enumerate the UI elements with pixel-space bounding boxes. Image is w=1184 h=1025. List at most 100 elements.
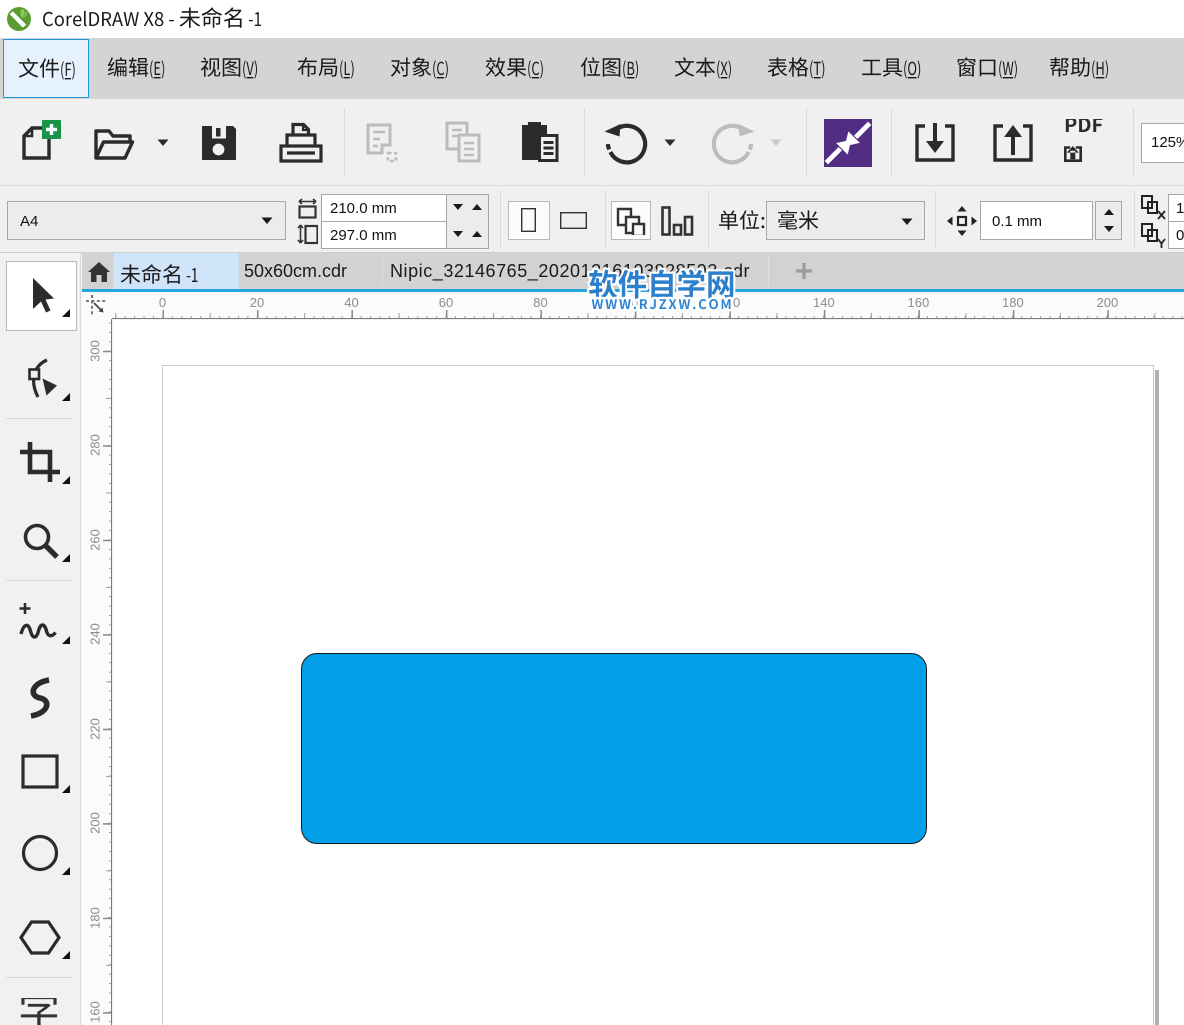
nudge-spin-down-icon[interactable] (1104, 226, 1114, 232)
nudge-spinner[interactable] (1095, 201, 1122, 240)
redo-dropdown-arrow[interactable] (770, 139, 782, 146)
tool-shape-button[interactable] (18, 357, 62, 401)
h-ruler-label: 160 (908, 295, 930, 310)
page-shadow (1155, 370, 1160, 1025)
v-ruler-label: 200 (88, 812, 103, 834)
menu-item-file[interactable]: 文件(F) (3, 39, 89, 98)
menu-item-effects-label: 效果(C) (485, 56, 545, 81)
drawing-canvas[interactable] (113, 320, 1184, 1025)
zoom-level-combo[interactable]: 125% (1141, 123, 1184, 163)
menu-item-edit[interactable]: 编辑(E) (93, 39, 180, 98)
tool-freehand-button[interactable] (18, 600, 62, 644)
page-width-icon (297, 198, 318, 219)
rounded-rectangle-shape[interactable] (301, 653, 927, 844)
tool-ellipse-flyout-icon (62, 867, 70, 875)
tool-pick-flyout-icon (62, 309, 70, 317)
zoom-level-value: 125% (1151, 134, 1184, 151)
h-ruler-label: 140 (813, 295, 835, 310)
tool-shape-flyout-icon (62, 393, 70, 401)
tool-zoom-button[interactable] (18, 518, 62, 562)
coreldraw-logo-icon (7, 7, 31, 31)
menu-item-help[interactable]: 帮助(H) (1035, 39, 1124, 98)
new-document-button[interactable] (15, 119, 63, 167)
tool-rectangle-button[interactable] (18, 749, 62, 793)
tool-crop-button[interactable] (18, 440, 62, 484)
duplicate-y-value: 0. (1176, 227, 1184, 244)
v-ruler-label: 220 (88, 718, 103, 740)
spin-down-icon[interactable] (453, 204, 463, 210)
menu-item-layout-label: 布局(L) (297, 56, 355, 81)
document-tab-50x60cm-label: 50x60cm.cdr (244, 261, 347, 282)
v-ruler-label: 240 (88, 623, 103, 645)
spin-up-icon[interactable] (472, 204, 482, 210)
page-height-icon (297, 223, 318, 245)
copy-button[interactable] (439, 119, 487, 167)
tool-artistic-media-button[interactable] (18, 676, 62, 720)
menu-item-bitmaps-label: 位图(B) (580, 56, 640, 81)
page-height-value: 297.0 mm (330, 227, 397, 244)
menu-item-window[interactable]: 窗口(W) (942, 39, 1033, 98)
menu-item-layout[interactable]: 布局(L) (283, 39, 369, 98)
spin-up-icon[interactable] (472, 231, 482, 237)
menu-item-bitmaps[interactable]: 位图(B) (566, 39, 654, 98)
menu-bar: 文件(F) 编辑(E) 视图(V) 布局(L) 对象(C) 效果(C) 位图(B… (0, 38, 1184, 99)
ruler-origin-icon (85, 294, 108, 317)
nudge-spin-up-icon[interactable] (1104, 209, 1114, 215)
home-tab-button[interactable] (87, 260, 111, 283)
page-size-value: A4 (20, 213, 38, 230)
tool-zoom-flyout-icon (62, 554, 70, 562)
save-button[interactable] (195, 119, 243, 167)
tool-polygon-button[interactable] (18, 915, 62, 959)
h-ruler-label: 60 (439, 295, 453, 310)
tool-text-button[interactable] (18, 998, 62, 1025)
menu-item-help-label: 帮助(H) (1049, 56, 1110, 81)
standard-toolbar: 125% (0, 99, 1184, 186)
undo-dropdown-arrow[interactable] (664, 139, 676, 146)
duplicate-y-icon (1140, 222, 1166, 249)
tool-freehand-flyout-icon (62, 636, 70, 644)
menu-item-tools[interactable]: 工具(O) (847, 39, 936, 98)
ruler-origin-corner[interactable] (82, 292, 112, 319)
portrait-icon (521, 208, 536, 232)
undo-button[interactable] (602, 119, 650, 167)
paste-button[interactable] (516, 119, 564, 167)
property-bar: A4 210.0 mm 297.0 mm 单位: 毫米 0.1 mm 1. 0. (0, 186, 1184, 253)
menu-item-view[interactable]: 视图(V) (186, 39, 273, 98)
export-button[interactable] (989, 119, 1037, 167)
vertical-ruler[interactable]: 300 280 260 240 220 200 180 160 (82, 319, 112, 1025)
tool-pick-button[interactable] (18, 273, 62, 317)
print-button[interactable] (276, 119, 324, 167)
duplicate-x-value: 1. (1176, 200, 1184, 217)
menu-item-edit-label: 编辑(E) (107, 56, 166, 81)
tool-polygon-flyout-icon (62, 951, 70, 959)
menu-item-object[interactable]: 对象(C) (376, 39, 464, 98)
menu-item-table[interactable]: 表格(T) (753, 39, 840, 98)
units-dropdown-icon (901, 218, 914, 226)
menu-item-text[interactable]: 文本(X) (660, 39, 747, 98)
tool-rectangle-flyout-icon (62, 785, 70, 793)
new-tab-button[interactable] (794, 261, 814, 281)
redo-button[interactable] (709, 119, 757, 167)
page-size-spinners[interactable] (446, 194, 489, 249)
main-area: 未命名 -1 50x60cm.cdr Nipic_32146765_202012… (0, 253, 1184, 1025)
open-button[interactable] (90, 119, 138, 167)
publish-to-pdf-button[interactable] (1064, 119, 1112, 167)
tool-ellipse-button[interactable] (18, 831, 62, 875)
v-ruler-label: 300 (88, 340, 103, 362)
drawing-scale-icon[interactable] (661, 206, 694, 236)
application-launcher-button[interactable] (824, 119, 872, 167)
title-bar: CorelDRAW X8 - 未命名 -1 (0, 0, 1184, 38)
v-ruler-label: 180 (88, 907, 103, 929)
page-size-combo[interactable] (7, 201, 286, 240)
v-ruler-label: 280 (88, 434, 103, 456)
spin-down-icon[interactable] (453, 231, 463, 237)
menu-item-effects[interactable]: 效果(C) (471, 39, 559, 98)
import-button[interactable] (911, 119, 959, 167)
duplicate-x-icon (1140, 194, 1166, 221)
cut-button[interactable] (362, 119, 410, 167)
page-width-value: 210.0 mm (330, 200, 397, 217)
landscape-icon[interactable] (560, 212, 587, 229)
menu-item-file-label: 文件(F) (18, 57, 76, 82)
open-dropdown-arrow[interactable] (157, 139, 169, 146)
h-ruler-label: 40 (344, 295, 358, 310)
